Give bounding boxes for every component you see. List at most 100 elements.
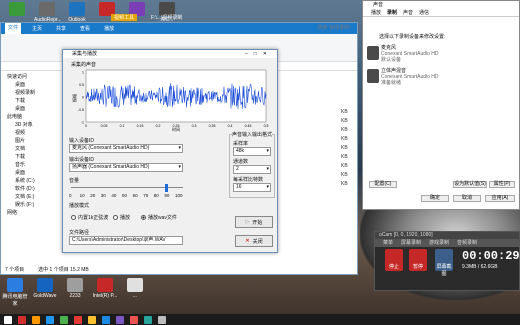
tab-playback[interactable]: 播放 (371, 9, 381, 16)
file-size: KB (341, 172, 348, 178)
nav-item[interactable]: 视频 (1, 129, 61, 137)
desktop-shortcut[interactable]: 腾讯电脑管家 (2, 278, 28, 307)
nav-item[interactable]: 3D 对象 (1, 121, 61, 129)
close-button[interactable]: ✕ 关闭 (235, 235, 273, 247)
app-icon (67, 278, 83, 292)
search-input[interactable]: 搜索"视频录制" (317, 24, 351, 31)
taskbar-app-icon[interactable] (102, 315, 110, 324)
nav-item[interactable]: 桌面 (1, 105, 61, 113)
bits-select[interactable]: 16 ▾ (233, 183, 271, 192)
ribbon-tab[interactable]: 主页 (29, 25, 45, 32)
taskbar-app-icon[interactable] (144, 315, 152, 324)
cancel-button[interactable]: 取消 (453, 195, 481, 202)
stop-button[interactable]: 停止 (385, 249, 403, 271)
ribbon-tab[interactable]: 播放 (101, 25, 117, 32)
nav-item[interactable]: 此电脑 (1, 113, 61, 121)
nav-item[interactable]: 图片 (1, 137, 61, 145)
pause-button[interactable]: 暂停 (409, 249, 427, 271)
tab-recording[interactable]: 录制 (387, 9, 397, 16)
properties-button[interactable]: 属性(P) (489, 181, 515, 188)
desktop-shortcut[interactable]: AudioRepr... (34, 2, 62, 23)
taskbar-app-icon[interactable] (74, 315, 82, 324)
mode-wav-radio[interactable]: 播放wav文件 (141, 214, 177, 221)
configure-button[interactable]: 配置(C) (369, 181, 397, 188)
nav-item[interactable]: 音乐 (1, 161, 61, 169)
volume-slider[interactable] (71, 184, 183, 192)
sample-rate-select[interactable]: 48k ▾ (233, 147, 271, 156)
ocam-tab-audio[interactable]: 音频录制 (457, 239, 477, 247)
context-tab[interactable]: 视频工具 (111, 14, 138, 21)
taskbar-app-icon[interactable] (130, 315, 138, 324)
ocam-tab-game[interactable]: 游戏录制 (429, 239, 449, 247)
device-state: 默认设备 (381, 57, 402, 63)
apply-button[interactable]: 应用(A) (485, 195, 515, 202)
navigation-pane: 快速访问 桌面 视频录制 下载 桌面 此电脑 3D 对象 视频 图片 文档 下载 音乐 桌面 系统 (C:… (1, 73, 61, 263)
ok-button[interactable]: 确定 (421, 195, 449, 202)
file-path-input[interactable]: C:\Users\Administrator\Desktop\录声.WAV (69, 236, 183, 245)
ribbon-tab[interactable]: 共享 (53, 25, 69, 32)
taskbar-app-icon[interactable] (46, 315, 54, 324)
ribbon-tab[interactable]: 查看 (77, 25, 93, 32)
nav-item[interactable]: 软件 (D:) (1, 185, 61, 193)
shortcut-label: 腾讯电脑管家 (2, 294, 28, 307)
playback-mode-label: 播放模式 (69, 203, 90, 209)
output-device-select[interactable]: 扬声器 (Conexant SmartAudio HD) ▾ (69, 163, 183, 172)
set-default-button[interactable]: 设为默认值(S) (453, 181, 487, 188)
desktop-shortcut[interactable]: Outlook (64, 2, 90, 23)
screenshot-button[interactable]: 屏幕截图 (435, 249, 453, 277)
tab-sounds[interactable]: 声音 (403, 9, 413, 16)
y-axis-label: 振幅 (72, 94, 77, 102)
device-state: 准备就绪 (381, 80, 402, 86)
x-tick-label: 0.15 (137, 124, 144, 128)
mode-sine-radio[interactable]: 内置1k正弦波 (71, 214, 108, 221)
nav-item[interactable]: 文档 (E:) (1, 193, 61, 201)
ribbon-tab[interactable]: 文件 (5, 23, 22, 34)
desktop-shortcut[interactable]: ... (122, 278, 148, 299)
nav-item[interactable]: 文档 (1, 145, 61, 153)
volume-slider-thumb[interactable] (164, 184, 168, 192)
taskbar-app-icon[interactable] (116, 315, 124, 324)
sample-rate-value: 48k (236, 148, 245, 154)
x-tick-label: 0.05 (101, 124, 108, 128)
start-button[interactable]: ▷ 开始 (235, 216, 273, 228)
input-device-select[interactable]: 麦克风 (Conexant SmartAudio HD) ▾ (69, 144, 183, 153)
y-tick-label: 0 (82, 96, 84, 100)
channels-select[interactable]: 2 ▾ (233, 165, 271, 174)
desktop-shortcut[interactable]: GoldWave (32, 278, 58, 299)
ocam-tab-menu[interactable]: 菜单 (383, 239, 393, 247)
channels-label: 通道数 (233, 159, 249, 165)
nav-item[interactable]: 桌面 (1, 81, 61, 89)
nav-item[interactable]: 娱乐 (F:) (1, 201, 61, 209)
device-microphone[interactable]: 麦克风 Conexant SmartAudio HD 默认设备 (381, 45, 439, 63)
x-tick-label: 0.2 (156, 124, 161, 128)
nav-item[interactable]: 桌面 (1, 169, 61, 177)
nav-item[interactable]: 视频录制 (1, 89, 61, 97)
window-controls[interactable]: –□✕ (245, 50, 273, 58)
stereo-mix-icon (367, 69, 379, 83)
nav-item[interactable]: 下载 (1, 153, 61, 161)
mode-play-radio[interactable]: 播放 (113, 214, 130, 221)
device-stereo-mix[interactable]: 立体声混音 Conexant SmartAudio HD 准备就绪 (381, 68, 439, 86)
volume-tick: 90 (164, 193, 170, 198)
taskbar-app-icon[interactable] (88, 315, 96, 324)
taskbar-app-icon[interactable] (158, 315, 166, 324)
ocam-tab-screen[interactable]: 屏幕录制 (401, 239, 421, 247)
taskbar-app-icon[interactable] (4, 315, 12, 324)
y-tick-label: -1 (81, 121, 84, 125)
x-tick-label: 0 (85, 124, 87, 128)
taskbar-app-icon[interactable] (60, 315, 68, 324)
chevron-down-icon: ▾ (266, 148, 269, 154)
nav-item[interactable]: 下载 (1, 97, 61, 105)
selected-info: 选中 1 个项目 15.2 MB (38, 267, 89, 273)
nav-item[interactable]: 网络 (1, 209, 61, 217)
taskbar-app-icon[interactable] (18, 315, 26, 324)
nav-item[interactable]: 快速访问 (1, 73, 61, 81)
nav-item[interactable]: 系统 (C:) (1, 177, 61, 185)
taskbar-app-icon[interactable] (32, 315, 40, 324)
desktop-shortcut[interactable]: Intel(R) P... (92, 278, 118, 299)
desktop-shortcut[interactable] (4, 2, 30, 17)
desktop-shortcut[interactable]: 2233 (62, 278, 88, 299)
screenshot-label: 屏幕截图 (436, 264, 452, 277)
shortcut-label: GoldWave (33, 293, 57, 299)
tab-communications[interactable]: 通信 (419, 9, 429, 16)
